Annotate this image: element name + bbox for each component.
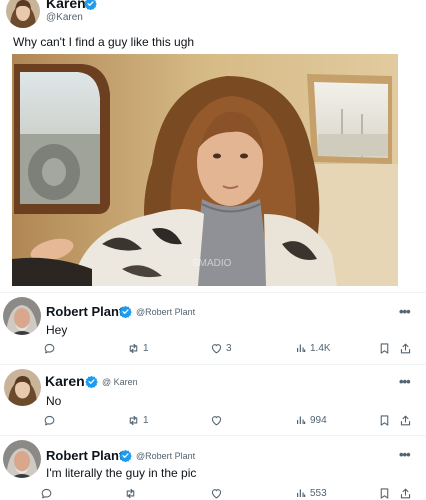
- share-icon: [399, 342, 412, 355]
- views-count: 994: [310, 414, 327, 426]
- robert-plant-avatar[interactable]: [3, 297, 41, 335]
- reply-author-name[interactable]: Robert Plant: [46, 448, 123, 463]
- more-dots-icon[interactable]: •••: [399, 374, 411, 389]
- repost-button[interactable]: 1: [127, 414, 149, 427]
- verified-badge-icon: [85, 375, 98, 388]
- views-count: 1.4K: [310, 342, 331, 354]
- repost-icon: [127, 414, 140, 427]
- bookmark-button[interactable]: [378, 487, 391, 500]
- post-image[interactable]: SMADIO: [12, 54, 398, 286]
- divider: [0, 364, 426, 365]
- reply-text: No: [46, 394, 62, 408]
- bookmark-button[interactable]: [378, 342, 391, 355]
- repost-count: 1: [143, 343, 149, 354]
- reply-author-name[interactable]: Karen: [45, 373, 85, 389]
- more-dots-icon[interactable]: •••: [399, 304, 411, 319]
- repost-icon: [124, 487, 137, 500]
- views-button[interactable]: 553: [295, 487, 327, 499]
- views-chart-icon: [295, 414, 307, 426]
- views-chart-icon: [295, 342, 307, 354]
- reply-author-handle[interactable]: @ Karen: [102, 377, 138, 387]
- repost-icon: [127, 342, 140, 355]
- like-count: 3: [226, 343, 232, 354]
- bookmark-button[interactable]: [378, 414, 391, 427]
- reply-author-handle[interactable]: @Robert Plant: [136, 307, 195, 317]
- reply-author-handle[interactable]: @Robert Plant: [136, 451, 195, 461]
- repost-button[interactable]: [124, 487, 140, 500]
- more-dots-icon[interactable]: •••: [399, 447, 411, 462]
- karen-avatar[interactable]: [4, 369, 41, 406]
- views-chart-icon: [295, 487, 307, 499]
- like-button[interactable]: [210, 414, 226, 427]
- reply-icon: [43, 342, 56, 355]
- share-icon: [399, 487, 412, 500]
- verified-badge-icon: [119, 449, 132, 462]
- bookmark-icon: [378, 414, 391, 427]
- reply-button[interactable]: [40, 487, 56, 500]
- heart-icon: [210, 342, 223, 355]
- share-button[interactable]: [399, 342, 412, 355]
- man-in-car-photo: SMADIO: [12, 54, 398, 286]
- share-icon: [399, 414, 412, 427]
- bookmark-icon: [378, 487, 391, 500]
- post-author-handle[interactable]: @Karen: [46, 12, 83, 23]
- divider: [0, 435, 426, 436]
- views-count: 553: [310, 487, 327, 499]
- reply-text: Hey: [46, 323, 68, 337]
- post-author-name[interactable]: Karen: [46, 0, 86, 11]
- heart-icon: [210, 487, 223, 500]
- reply-text: I'm literally the guy in the pic: [46, 466, 197, 480]
- reply-author-name[interactable]: Robert Plant: [46, 304, 123, 319]
- verified-badge-icon: [84, 0, 97, 10]
- image-watermark: SMADIO: [192, 258, 232, 269]
- like-button[interactable]: [210, 487, 226, 500]
- reply-button[interactable]: [43, 414, 59, 427]
- divider: [0, 292, 426, 293]
- views-button[interactable]: 994: [295, 414, 327, 426]
- post-text: Why can't I find a guy like this ugh: [13, 35, 195, 49]
- repost-button[interactable]: 1: [127, 342, 149, 355]
- share-button[interactable]: [399, 414, 412, 427]
- heart-icon: [210, 414, 223, 427]
- verified-badge-icon: [119, 305, 132, 318]
- reply-icon: [43, 414, 56, 427]
- reply-button[interactable]: [43, 342, 59, 355]
- share-button[interactable]: [399, 487, 412, 500]
- robert-plant-avatar[interactable]: [3, 440, 41, 478]
- views-button[interactable]: 1.4K: [295, 342, 331, 354]
- reply-icon: [40, 487, 53, 500]
- bookmark-icon: [378, 342, 391, 355]
- karen-avatar[interactable]: [6, 0, 40, 28]
- repost-count: 1: [143, 415, 149, 426]
- like-button[interactable]: 3: [210, 342, 232, 355]
